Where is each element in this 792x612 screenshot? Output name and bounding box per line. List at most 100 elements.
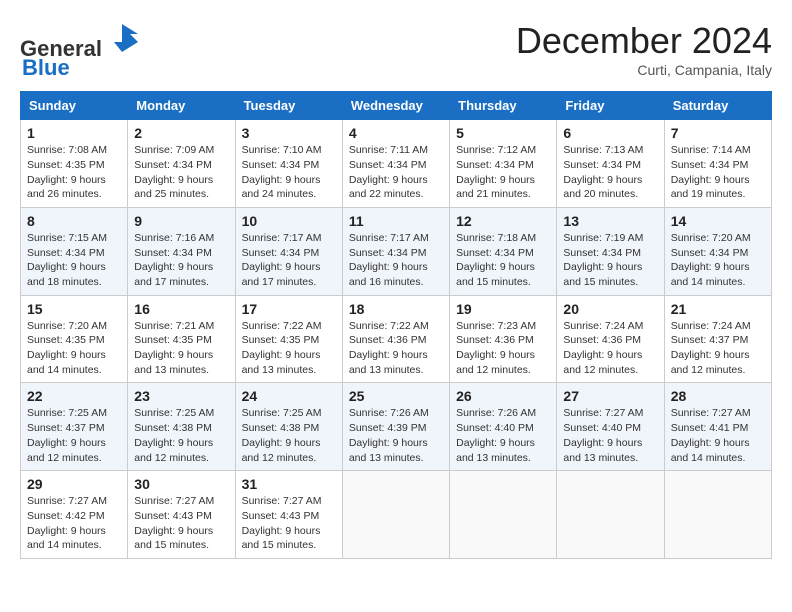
- calendar-cell: 18 Sunrise: 7:22 AM Sunset: 4:36 PM Dayl…: [342, 295, 449, 383]
- calendar-cell: 1 Sunrise: 7:08 AM Sunset: 4:35 PM Dayli…: [21, 120, 128, 208]
- header-monday: Monday: [128, 92, 235, 120]
- header-wednesday: Wednesday: [342, 92, 449, 120]
- day-number: 22: [27, 388, 121, 404]
- day-info: Sunrise: 7:14 AM Sunset: 4:34 PM Dayligh…: [671, 143, 765, 202]
- calendar-cell: 31 Sunrise: 7:27 AM Sunset: 4:43 PM Dayl…: [235, 471, 342, 559]
- day-info: Sunrise: 7:27 AM Sunset: 4:41 PM Dayligh…: [671, 406, 765, 465]
- day-info: Sunrise: 7:27 AM Sunset: 4:42 PM Dayligh…: [27, 494, 121, 553]
- calendar-cell: 2 Sunrise: 7:09 AM Sunset: 4:34 PM Dayli…: [128, 120, 235, 208]
- header-thursday: Thursday: [450, 92, 557, 120]
- day-info: Sunrise: 7:23 AM Sunset: 4:36 PM Dayligh…: [456, 319, 550, 378]
- calendar-cell: 20 Sunrise: 7:24 AM Sunset: 4:36 PM Dayl…: [557, 295, 664, 383]
- calendar-table: SundayMondayTuesdayWednesdayThursdayFrid…: [20, 91, 772, 559]
- logo: General Blue: [20, 20, 140, 81]
- day-info: Sunrise: 7:24 AM Sunset: 4:37 PM Dayligh…: [671, 319, 765, 378]
- calendar-cell: 14 Sunrise: 7:20 AM Sunset: 4:34 PM Dayl…: [664, 207, 771, 295]
- title-block: December 2024 Curti, Campania, Italy: [516, 20, 772, 78]
- day-number: 25: [349, 388, 443, 404]
- week-row-4: 22 Sunrise: 7:25 AM Sunset: 4:37 PM Dayl…: [21, 383, 772, 471]
- day-info: Sunrise: 7:17 AM Sunset: 4:34 PM Dayligh…: [349, 231, 443, 290]
- calendar-cell: 27 Sunrise: 7:27 AM Sunset: 4:40 PM Dayl…: [557, 383, 664, 471]
- location-subtitle: Curti, Campania, Italy: [516, 62, 772, 78]
- day-info: Sunrise: 7:27 AM Sunset: 4:43 PM Dayligh…: [134, 494, 228, 553]
- day-number: 29: [27, 476, 121, 492]
- day-number: 3: [242, 125, 336, 141]
- calendar-cell: [342, 471, 449, 559]
- weekday-header-row: SundayMondayTuesdayWednesdayThursdayFrid…: [21, 92, 772, 120]
- calendar-cell: 7 Sunrise: 7:14 AM Sunset: 4:34 PM Dayli…: [664, 120, 771, 208]
- calendar-cell: 28 Sunrise: 7:27 AM Sunset: 4:41 PM Dayl…: [664, 383, 771, 471]
- day-number: 23: [134, 388, 228, 404]
- day-info: Sunrise: 7:27 AM Sunset: 4:43 PM Dayligh…: [242, 494, 336, 553]
- calendar-cell: 10 Sunrise: 7:17 AM Sunset: 4:34 PM Dayl…: [235, 207, 342, 295]
- day-info: Sunrise: 7:08 AM Sunset: 4:35 PM Dayligh…: [27, 143, 121, 202]
- day-number: 10: [242, 213, 336, 229]
- calendar-cell: 22 Sunrise: 7:25 AM Sunset: 4:37 PM Dayl…: [21, 383, 128, 471]
- day-number: 28: [671, 388, 765, 404]
- day-number: 14: [671, 213, 765, 229]
- day-info: Sunrise: 7:22 AM Sunset: 4:35 PM Dayligh…: [242, 319, 336, 378]
- day-info: Sunrise: 7:12 AM Sunset: 4:34 PM Dayligh…: [456, 143, 550, 202]
- week-row-3: 15 Sunrise: 7:20 AM Sunset: 4:35 PM Dayl…: [21, 295, 772, 383]
- day-number: 11: [349, 213, 443, 229]
- day-number: 19: [456, 301, 550, 317]
- day-number: 27: [563, 388, 657, 404]
- calendar-cell: 11 Sunrise: 7:17 AM Sunset: 4:34 PM Dayl…: [342, 207, 449, 295]
- calendar-cell: 29 Sunrise: 7:27 AM Sunset: 4:42 PM Dayl…: [21, 471, 128, 559]
- calendar-cell: 26 Sunrise: 7:26 AM Sunset: 4:40 PM Dayl…: [450, 383, 557, 471]
- day-info: Sunrise: 7:16 AM Sunset: 4:34 PM Dayligh…: [134, 231, 228, 290]
- day-number: 5: [456, 125, 550, 141]
- day-number: 6: [563, 125, 657, 141]
- logo-bird-icon: [104, 20, 140, 56]
- calendar-cell: 24 Sunrise: 7:25 AM Sunset: 4:38 PM Dayl…: [235, 383, 342, 471]
- page-header: General Blue December 2024 Curti, Campan…: [20, 20, 772, 81]
- day-number: 15: [27, 301, 121, 317]
- calendar-cell: [664, 471, 771, 559]
- calendar-cell: 4 Sunrise: 7:11 AM Sunset: 4:34 PM Dayli…: [342, 120, 449, 208]
- day-number: 20: [563, 301, 657, 317]
- calendar-cell: 23 Sunrise: 7:25 AM Sunset: 4:38 PM Dayl…: [128, 383, 235, 471]
- day-number: 30: [134, 476, 228, 492]
- day-number: 18: [349, 301, 443, 317]
- calendar-cell: 16 Sunrise: 7:21 AM Sunset: 4:35 PM Dayl…: [128, 295, 235, 383]
- day-info: Sunrise: 7:10 AM Sunset: 4:34 PM Dayligh…: [242, 143, 336, 202]
- day-info: Sunrise: 7:25 AM Sunset: 4:38 PM Dayligh…: [134, 406, 228, 465]
- day-number: 26: [456, 388, 550, 404]
- calendar-cell: 19 Sunrise: 7:23 AM Sunset: 4:36 PM Dayl…: [450, 295, 557, 383]
- header-sunday: Sunday: [21, 92, 128, 120]
- day-info: Sunrise: 7:20 AM Sunset: 4:35 PM Dayligh…: [27, 319, 121, 378]
- day-number: 8: [27, 213, 121, 229]
- calendar-cell: 9 Sunrise: 7:16 AM Sunset: 4:34 PM Dayli…: [128, 207, 235, 295]
- header-friday: Friday: [557, 92, 664, 120]
- calendar-cell: 3 Sunrise: 7:10 AM Sunset: 4:34 PM Dayli…: [235, 120, 342, 208]
- day-info: Sunrise: 7:25 AM Sunset: 4:38 PM Dayligh…: [242, 406, 336, 465]
- day-info: Sunrise: 7:22 AM Sunset: 4:36 PM Dayligh…: [349, 319, 443, 378]
- calendar-cell: 6 Sunrise: 7:13 AM Sunset: 4:34 PM Dayli…: [557, 120, 664, 208]
- day-number: 1: [27, 125, 121, 141]
- header-tuesday: Tuesday: [235, 92, 342, 120]
- day-info: Sunrise: 7:26 AM Sunset: 4:39 PM Dayligh…: [349, 406, 443, 465]
- day-number: 17: [242, 301, 336, 317]
- day-number: 21: [671, 301, 765, 317]
- week-row-1: 1 Sunrise: 7:08 AM Sunset: 4:35 PM Dayli…: [21, 120, 772, 208]
- calendar-cell: 5 Sunrise: 7:12 AM Sunset: 4:34 PM Dayli…: [450, 120, 557, 208]
- month-title: December 2024: [516, 20, 772, 62]
- day-number: 7: [671, 125, 765, 141]
- calendar-cell: 25 Sunrise: 7:26 AM Sunset: 4:39 PM Dayl…: [342, 383, 449, 471]
- day-number: 31: [242, 476, 336, 492]
- day-info: Sunrise: 7:19 AM Sunset: 4:34 PM Dayligh…: [563, 231, 657, 290]
- day-info: Sunrise: 7:09 AM Sunset: 4:34 PM Dayligh…: [134, 143, 228, 202]
- calendar-cell: 12 Sunrise: 7:18 AM Sunset: 4:34 PM Dayl…: [450, 207, 557, 295]
- day-info: Sunrise: 7:15 AM Sunset: 4:34 PM Dayligh…: [27, 231, 121, 290]
- day-number: 24: [242, 388, 336, 404]
- day-number: 16: [134, 301, 228, 317]
- day-info: Sunrise: 7:26 AM Sunset: 4:40 PM Dayligh…: [456, 406, 550, 465]
- day-info: Sunrise: 7:13 AM Sunset: 4:34 PM Dayligh…: [563, 143, 657, 202]
- calendar-cell: 13 Sunrise: 7:19 AM Sunset: 4:34 PM Dayl…: [557, 207, 664, 295]
- day-number: 13: [563, 213, 657, 229]
- calendar-cell: 21 Sunrise: 7:24 AM Sunset: 4:37 PM Dayl…: [664, 295, 771, 383]
- day-number: 4: [349, 125, 443, 141]
- day-info: Sunrise: 7:27 AM Sunset: 4:40 PM Dayligh…: [563, 406, 657, 465]
- calendar-cell: [450, 471, 557, 559]
- calendar-cell: 17 Sunrise: 7:22 AM Sunset: 4:35 PM Dayl…: [235, 295, 342, 383]
